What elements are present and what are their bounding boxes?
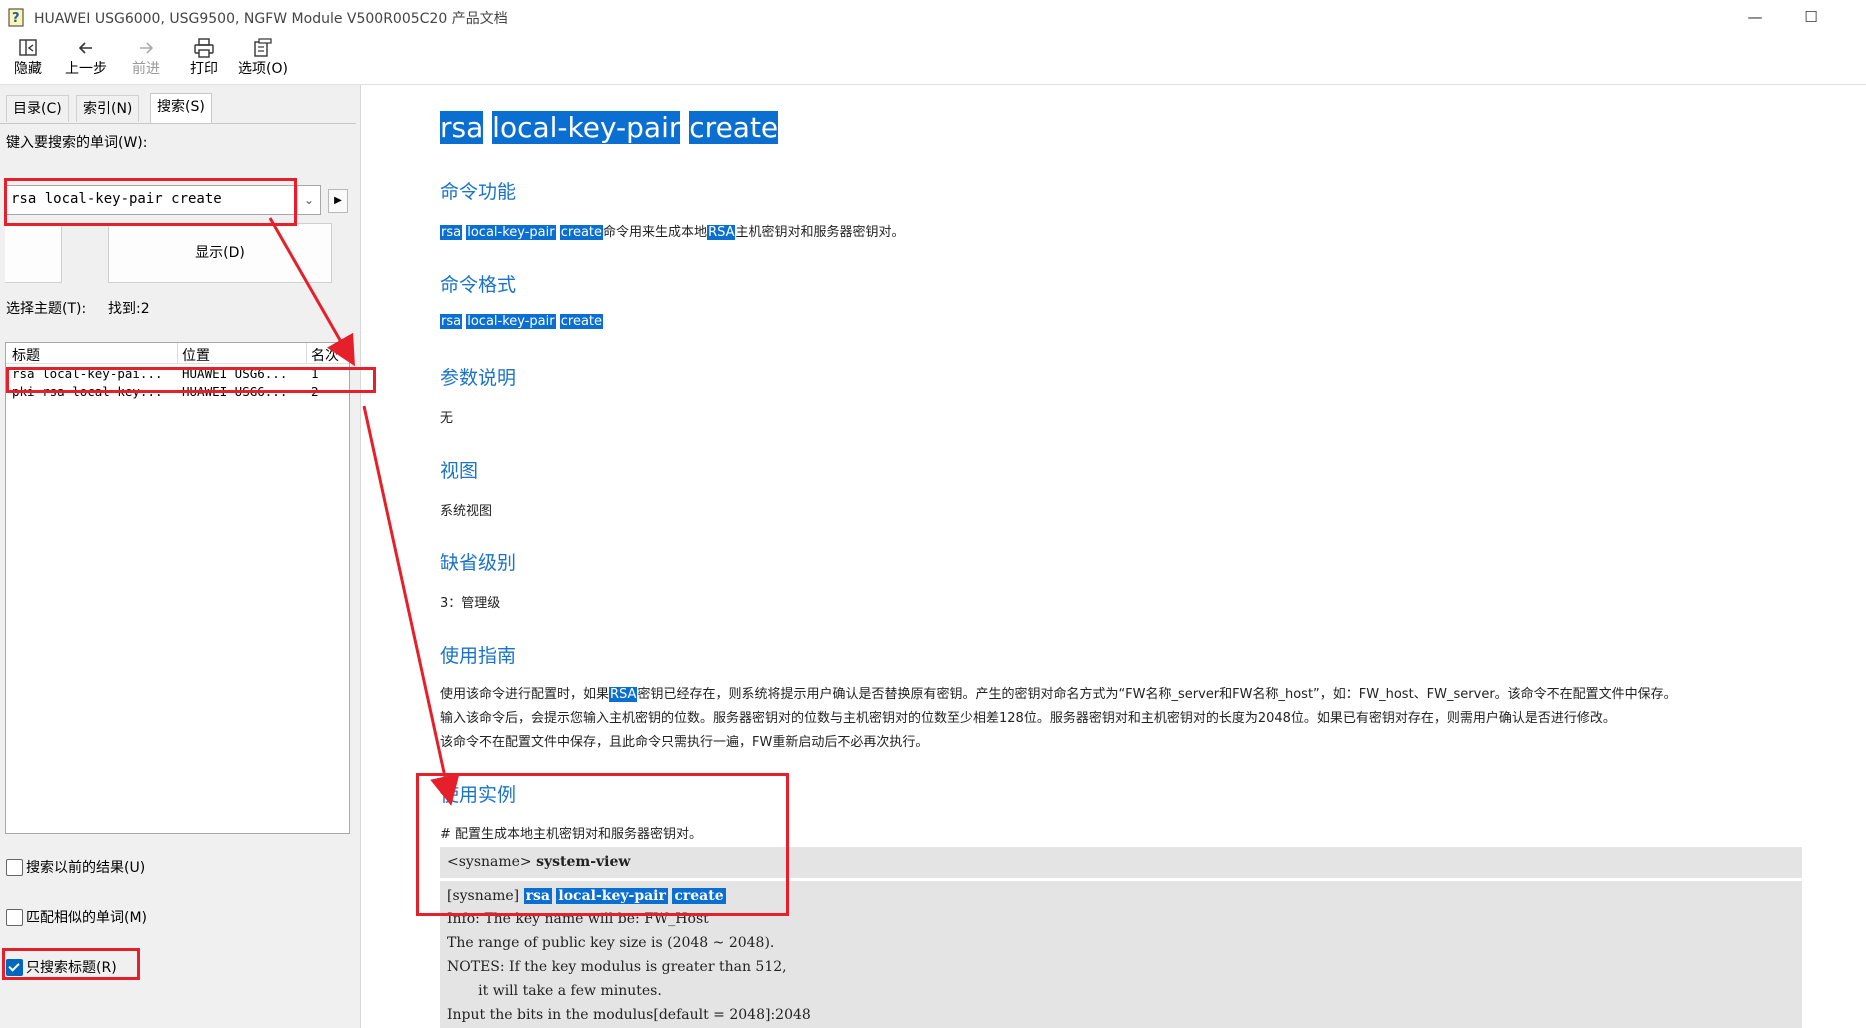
annotation-arrow bbox=[268, 217, 355, 367]
annotation-arrows bbox=[268, 217, 460, 806]
annotation-arrow bbox=[362, 405, 460, 806]
